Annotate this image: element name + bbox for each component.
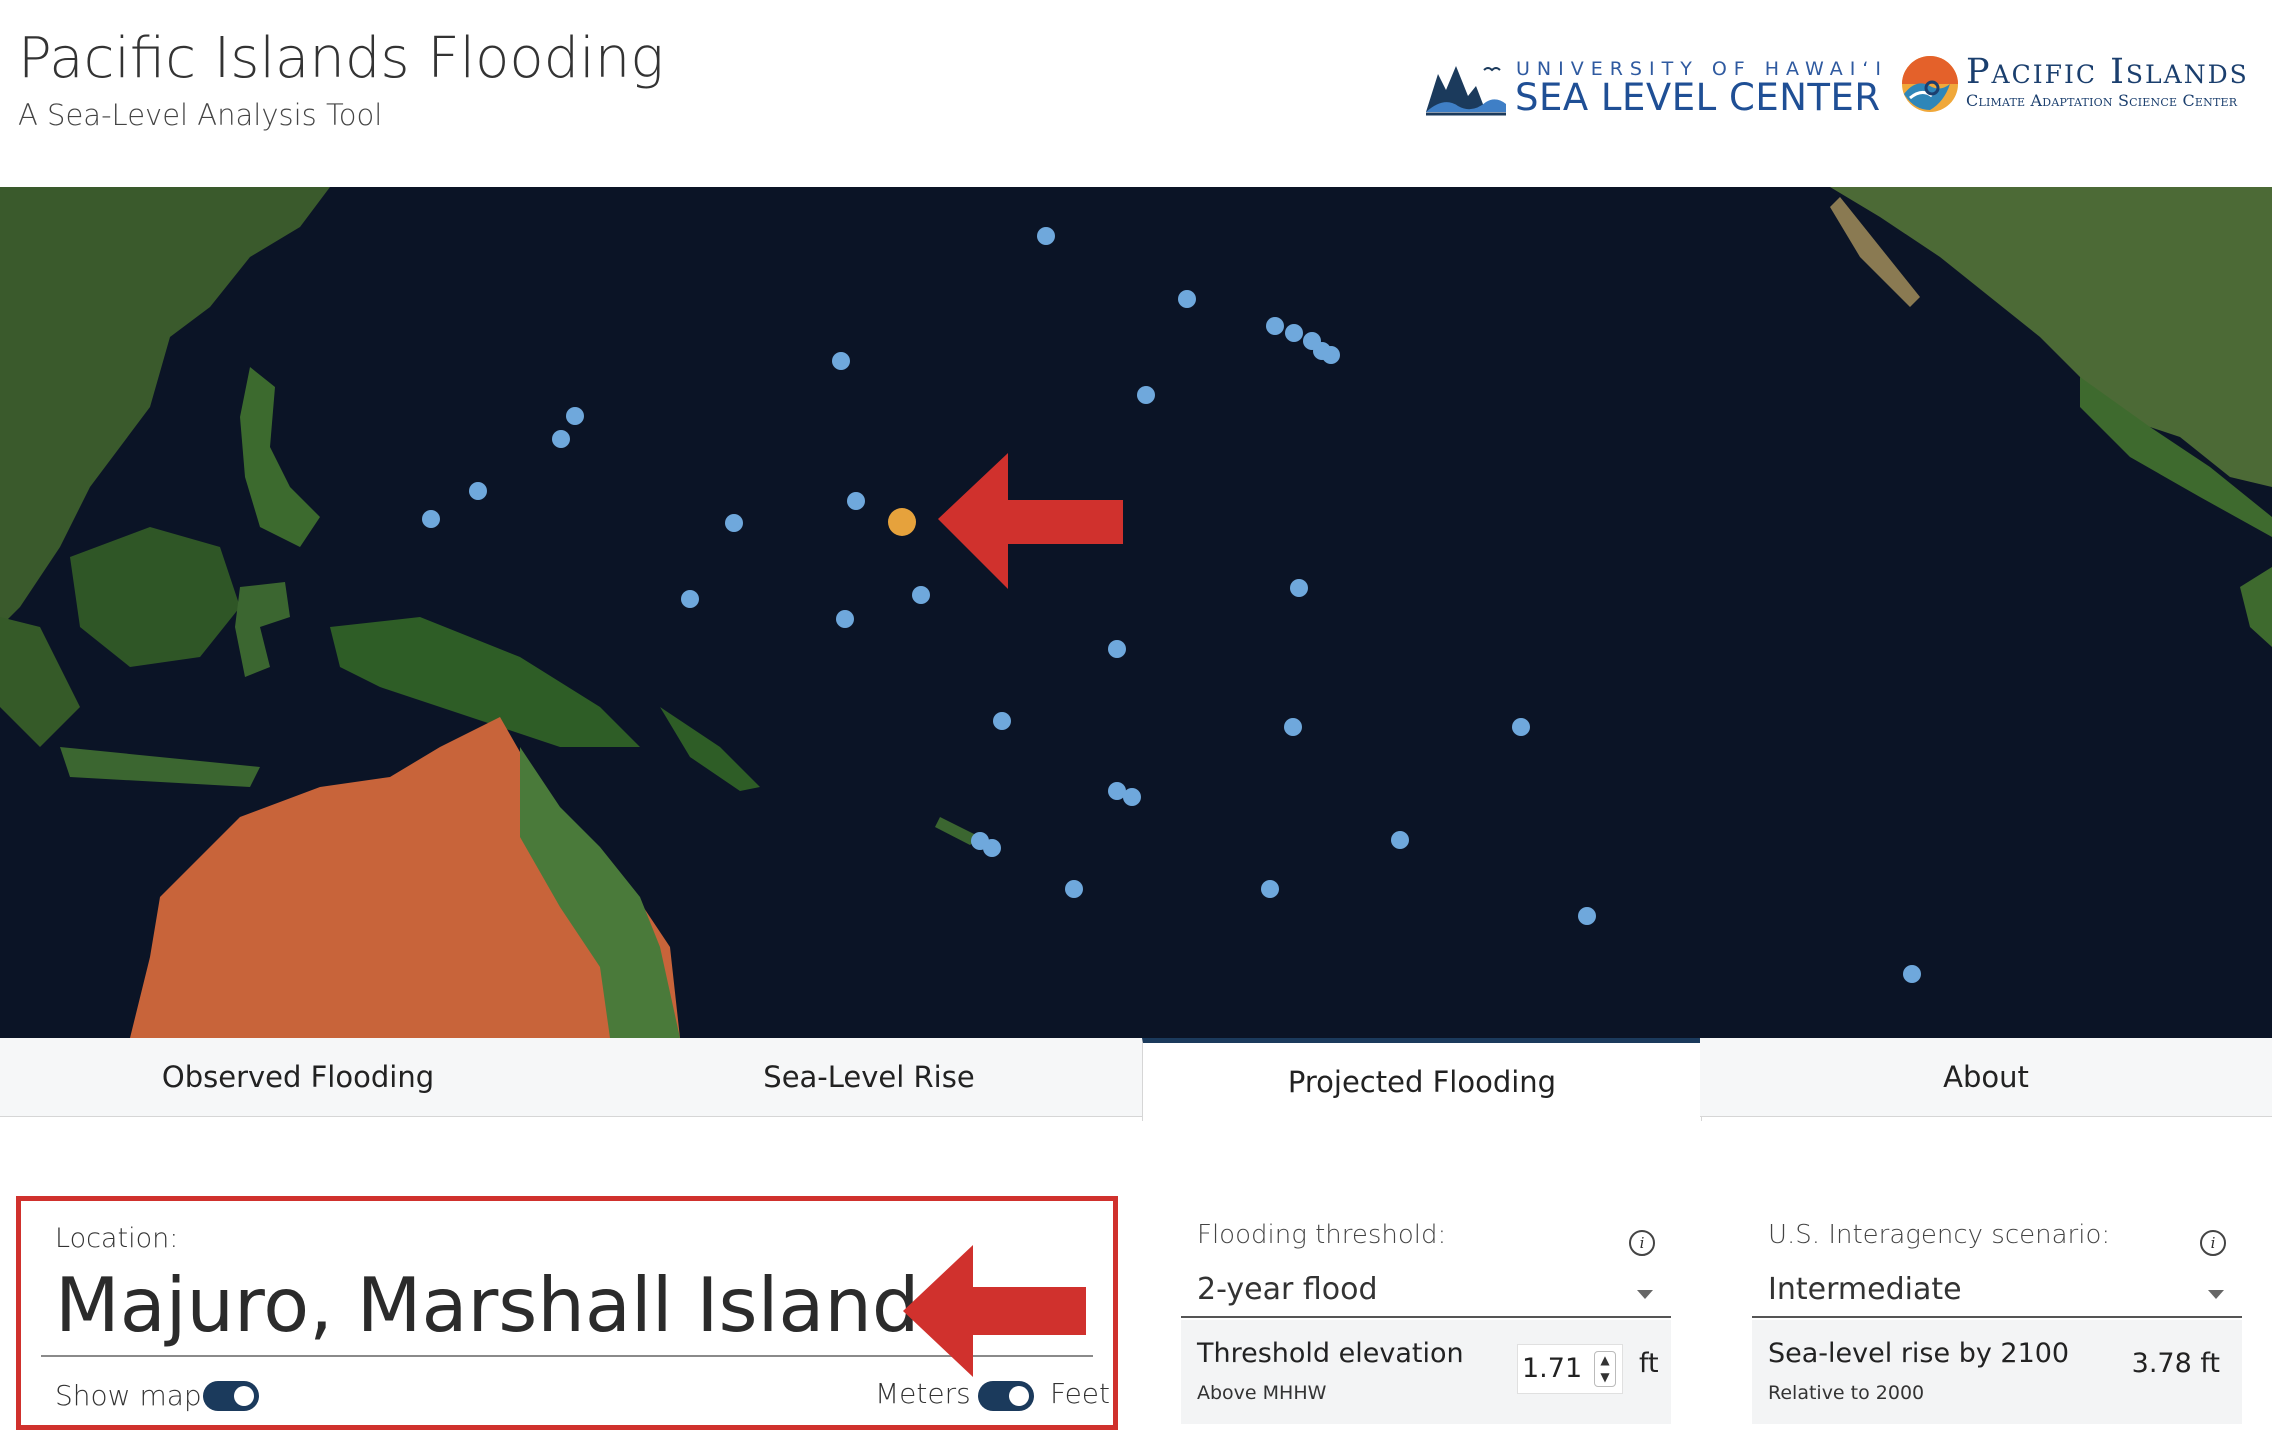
toggle-knob bbox=[1009, 1386, 1029, 1406]
info-icon[interactable]: i bbox=[1629, 1230, 1655, 1256]
station-marker[interactable] bbox=[422, 510, 440, 528]
station-marker[interactable] bbox=[1322, 346, 1340, 364]
unit-toggle[interactable] bbox=[978, 1381, 1034, 1411]
station-marker[interactable] bbox=[1512, 718, 1530, 736]
station-marker[interactable] bbox=[1578, 907, 1596, 925]
sea-level-rise-title: Sea-level rise by 2100 bbox=[1768, 1338, 2070, 1369]
slc-logo-line2: SEA LEVEL CENTER bbox=[1515, 76, 1881, 119]
flooding-threshold-label: Flooding threshold: bbox=[1197, 1220, 1447, 1250]
station-marker[interactable] bbox=[1037, 227, 1055, 245]
sea-level-rise-row: Sea-level rise by 2100 Relative to 2000 … bbox=[1752, 1320, 2242, 1424]
app-subtitle: A Sea-Level Analysis Tool bbox=[18, 98, 383, 132]
threshold-elevation-subtitle: Above MHHW bbox=[1197, 1382, 1327, 1404]
sea-level-rise-subtitle: Relative to 2000 bbox=[1768, 1382, 1925, 1404]
swirl-wave-icon bbox=[1902, 56, 1958, 112]
unit-meters-label: Meters bbox=[875, 1377, 971, 1410]
chevron-down-icon bbox=[1637, 1290, 1653, 1299]
station-marker[interactable] bbox=[1178, 290, 1196, 308]
scenario-select[interactable]: Intermediate bbox=[1752, 1264, 2242, 1318]
scenario-panel: U.S. Interagency scenario: i Intermediat… bbox=[1752, 1196, 2242, 1426]
pacific-islands-casc-logo[interactable]: Pacific Islands Climate Adaptation Scien… bbox=[1900, 52, 2270, 116]
tab-label: Sea-Level Rise bbox=[763, 1060, 975, 1094]
station-marker[interactable] bbox=[847, 492, 865, 510]
unit-feet-label: Feet bbox=[1050, 1377, 1111, 1410]
station-marker[interactable] bbox=[725, 514, 743, 532]
station-marker[interactable] bbox=[1266, 317, 1284, 335]
station-marker[interactable] bbox=[832, 352, 850, 370]
stepper-down-icon[interactable]: ▼ bbox=[1595, 1369, 1615, 1386]
sea-level-center-logo[interactable]: UNIVERSITY OF HAWAIʻI SEA LEVEL CENTER bbox=[1424, 54, 1881, 119]
station-marker[interactable] bbox=[1137, 386, 1155, 404]
tab-label: Projected Flooding bbox=[1287, 1065, 1557, 1099]
station-marker[interactable] bbox=[1108, 640, 1126, 658]
threshold-elevation-row: Threshold elevation Above MHHW 1.71 ▲ ▼ … bbox=[1181, 1320, 1671, 1424]
location-card: Location: Majuro, Marshall Islands Show … bbox=[16, 1196, 1118, 1430]
chevron-down-icon bbox=[2208, 1290, 2224, 1299]
annotation-arrow-location bbox=[903, 1245, 1086, 1377]
sea-level-rise-value: 3.78 ft bbox=[2131, 1348, 2220, 1379]
scenario-value: Intermediate bbox=[1768, 1272, 1962, 1307]
station-marker[interactable] bbox=[681, 590, 699, 608]
wave-mountain-icon bbox=[1426, 66, 1506, 116]
station-marker[interactable] bbox=[566, 407, 584, 425]
pic-logo-line1: Pacific Islands bbox=[1966, 52, 2249, 92]
app-header: Pacific Islands Flooding A Sea-Level Ana… bbox=[0, 0, 2272, 187]
number-stepper[interactable]: ▲ ▼ bbox=[1594, 1351, 1616, 1387]
threshold-elevation-title: Threshold elevation bbox=[1197, 1338, 1464, 1369]
tab-label: About bbox=[1943, 1060, 2029, 1094]
info-icon[interactable]: i bbox=[2200, 1230, 2226, 1256]
station-marker[interactable] bbox=[993, 712, 1011, 730]
threshold-elevation-unit: ft bbox=[1639, 1348, 1659, 1379]
app-title: Pacific Islands Flooding bbox=[18, 26, 664, 91]
station-marker[interactable] bbox=[836, 610, 854, 628]
station-marker[interactable] bbox=[1391, 831, 1409, 849]
flooding-threshold-panel: Flooding threshold: i 2-year flood Thres… bbox=[1181, 1196, 1671, 1426]
station-marker[interactable] bbox=[1123, 788, 1141, 806]
station-marker[interactable] bbox=[1903, 965, 1921, 983]
tab-projected-flooding[interactable]: Projected Flooding bbox=[1142, 1038, 1702, 1121]
tab-observed-flooding[interactable]: Observed Flooding bbox=[0, 1038, 596, 1117]
show-map-toggle[interactable] bbox=[203, 1381, 259, 1411]
location-name[interactable]: Majuro, Marshall Islands bbox=[55, 1261, 959, 1349]
station-marker[interactable] bbox=[1284, 718, 1302, 736]
station-marker-selected[interactable] bbox=[888, 508, 916, 536]
station-marker[interactable] bbox=[1261, 880, 1279, 898]
threshold-elevation-input[interactable]: 1.71 ▲ ▼ bbox=[1517, 1344, 1623, 1394]
station-marker[interactable] bbox=[552, 430, 570, 448]
tab-about[interactable]: About bbox=[1700, 1038, 2272, 1117]
tab-label: Observed Flooding bbox=[161, 1060, 435, 1094]
flooding-threshold-value: 2-year flood bbox=[1197, 1272, 1378, 1307]
flooding-threshold-select[interactable]: 2-year flood bbox=[1181, 1264, 1671, 1318]
station-marker[interactable] bbox=[1290, 579, 1308, 597]
station-marker[interactable] bbox=[912, 586, 930, 604]
tab-bar: Observed Flooding Sea-Level Rise Project… bbox=[0, 1038, 2272, 1121]
pic-logo-line2: Climate Adaptation Science Center bbox=[1966, 91, 2238, 110]
tab-sea-level-rise[interactable]: Sea-Level Rise bbox=[596, 1038, 1142, 1117]
threshold-elevation-value: 1.71 bbox=[1522, 1353, 1583, 1384]
station-marker[interactable] bbox=[1065, 880, 1083, 898]
location-label: Location: bbox=[55, 1223, 179, 1254]
stepper-up-icon[interactable]: ▲ bbox=[1595, 1352, 1615, 1369]
station-marker[interactable] bbox=[1285, 324, 1303, 342]
station-marker[interactable] bbox=[983, 839, 1001, 857]
station-marker[interactable] bbox=[469, 482, 487, 500]
station-map[interactable] bbox=[0, 187, 2272, 1038]
toggle-knob bbox=[234, 1386, 254, 1406]
scenario-label: U.S. Interagency scenario: bbox=[1768, 1220, 2111, 1250]
show-map-label: Show map bbox=[55, 1379, 202, 1412]
